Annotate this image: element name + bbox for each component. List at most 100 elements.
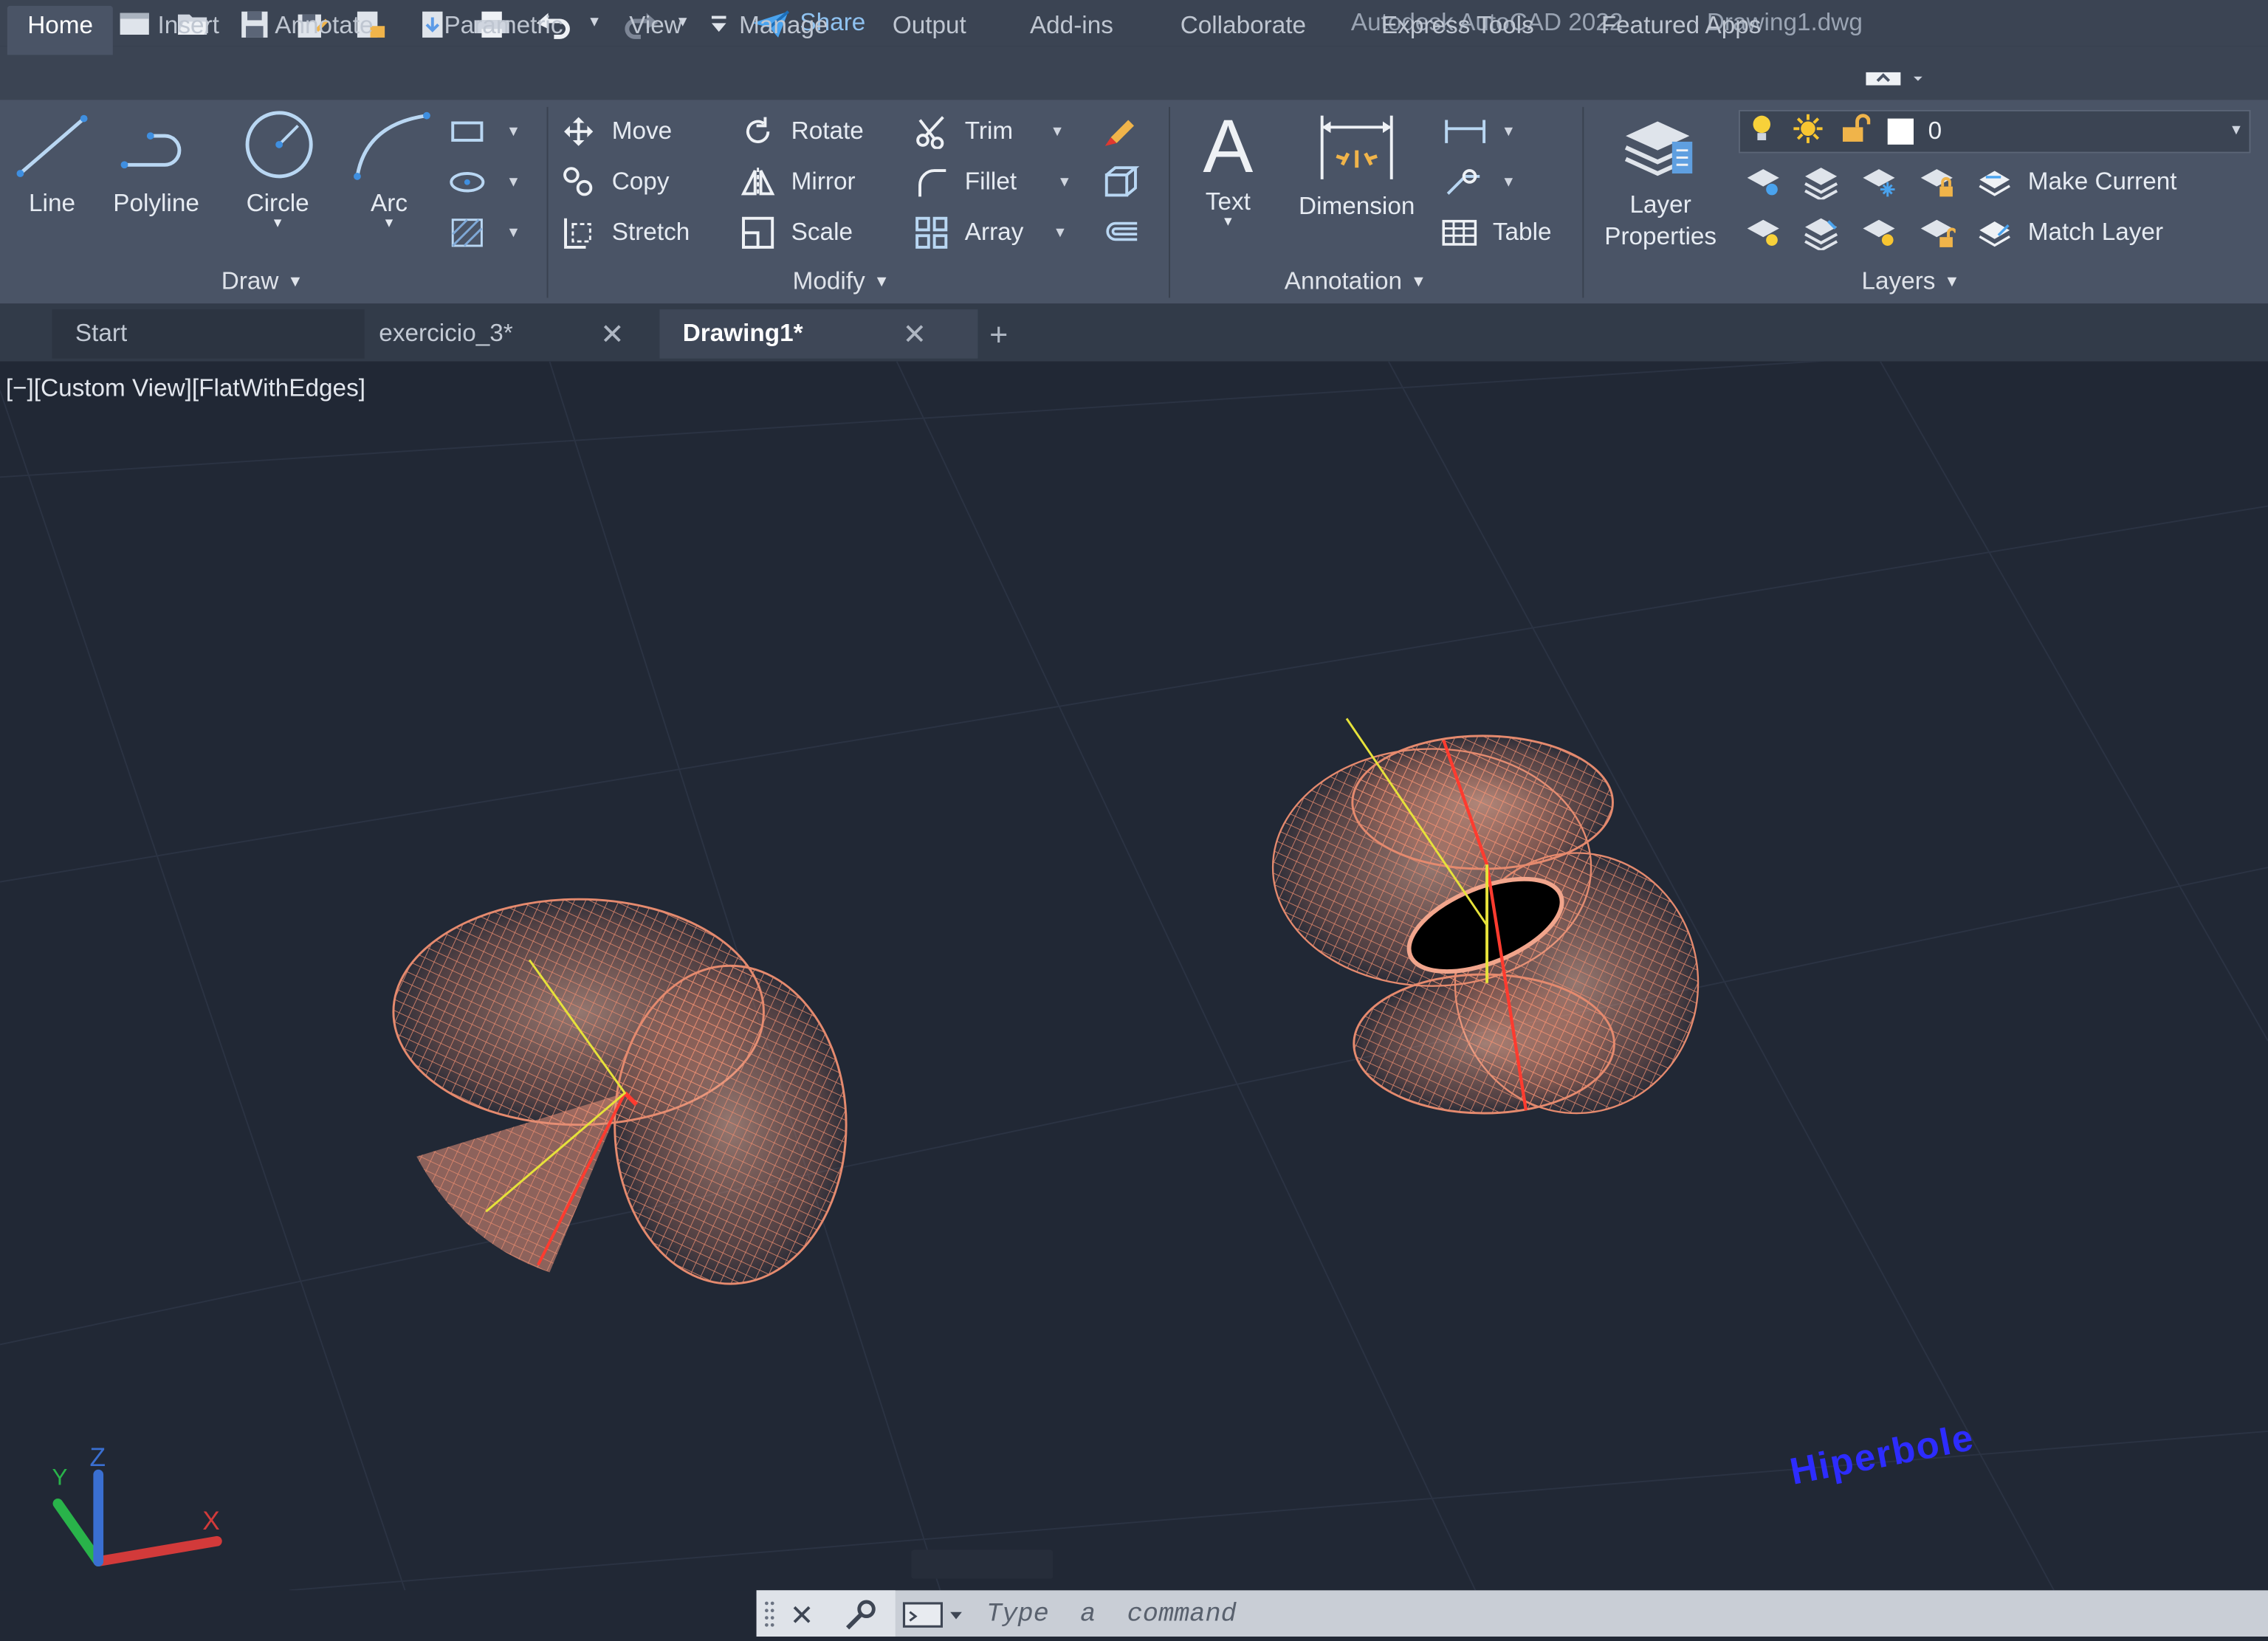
tab-home[interactable]: Home	[7, 5, 114, 55]
rectangle-icon[interactable]	[448, 113, 486, 151]
save-icon[interactable]	[236, 6, 273, 41]
ucs-icon	[52, 1469, 222, 1567]
arc-dropdown-icon[interactable]: ▼	[344, 216, 433, 230]
hatch-dropdown-icon[interactable]: ▼	[506, 226, 520, 242]
new-icon[interactable]	[116, 6, 154, 41]
layer-dropdown[interactable]: 0 ▼	[1738, 109, 2251, 154]
layer-on-icon	[1746, 112, 1778, 151]
tab-view[interactable]: View	[629, 12, 682, 41]
command-close-icon[interactable]: ✕	[790, 1597, 814, 1634]
dimension-button[interactable]: Dimension	[1282, 107, 1432, 221]
modify-panel-title[interactable]: Modify ▼	[793, 267, 890, 296]
new-tab-button[interactable]: +	[989, 317, 1008, 354]
mirror-label: Mirror	[791, 168, 856, 196]
tab-express-tools[interactable]: Express Tools	[1381, 12, 1534, 41]
close-tab-drawing1-icon[interactable]: ✕	[903, 317, 927, 353]
layers-panel-title[interactable]: Layers ▼	[1861, 267, 1959, 296]
tab-annotate[interactable]: Annotate	[275, 12, 373, 41]
trim-button[interactable]: Trim	[913, 113, 1013, 151]
doc-tab-drawing1[interactable]: Drawing1*	[659, 309, 978, 359]
rotate-button[interactable]: Rotate	[739, 113, 864, 151]
tab-insert[interactable]: Insert	[158, 12, 219, 41]
command-customize-icon[interactable]	[842, 1596, 882, 1634]
annotation-panel-title[interactable]: Annotation ▼	[1285, 267, 1426, 296]
copy-button[interactable]: Copy	[560, 163, 669, 201]
rectangle-dropdown-icon[interactable]: ▼	[506, 124, 520, 140]
viewport-controls-label[interactable]: [−][Custom View][FlatWithEdges]	[6, 374, 365, 403]
array-button[interactable]: Array	[913, 214, 1023, 252]
line-button[interactable]: Line	[9, 110, 96, 219]
fillet-button[interactable]: Fillet	[913, 163, 1017, 201]
arc-button[interactable]: Arc ▼	[344, 110, 433, 230]
layer-color-swatch	[1887, 118, 1914, 145]
close-tab-exercicio-icon[interactable]: ✕	[600, 317, 625, 353]
trim-dropdown-icon[interactable]: ▼	[1050, 124, 1064, 140]
recent-commands-icon[interactable]	[902, 1599, 969, 1631]
explode-icon[interactable]	[1102, 163, 1140, 201]
dimension-label: Dimension	[1299, 192, 1415, 220]
layer-off-icon[interactable]	[1745, 163, 1782, 201]
leader-icon[interactable]	[1440, 163, 1490, 201]
customize-icon[interactable]	[700, 6, 738, 41]
tab-featured-apps[interactable]: Featured Apps	[1601, 12, 1762, 41]
command-input[interactable]	[983, 1596, 2263, 1634]
circle-button[interactable]: Circle ▼	[231, 110, 323, 230]
polyline-button[interactable]: Polyline	[104, 110, 208, 219]
hatch-icon[interactable]	[448, 214, 486, 252]
doc-tab-start[interactable]: Start	[52, 309, 365, 359]
layer-lock-icon[interactable]	[1918, 163, 1956, 201]
make-current-button[interactable]: Make Current	[1976, 163, 2177, 201]
table-button[interactable]: Table	[1440, 214, 1552, 252]
layer-unlock-all-icon[interactable]	[1918, 214, 1956, 252]
match-layer-button[interactable]: Match Layer	[1976, 214, 2163, 252]
stretch-icon	[560, 214, 597, 252]
layer-thaw-all-icon[interactable]	[1860, 214, 1898, 252]
scale-button[interactable]: Scale	[739, 214, 853, 252]
move-button[interactable]: Move	[560, 113, 672, 151]
array-dropdown-icon[interactable]: ▼	[1053, 226, 1067, 242]
fillet-dropdown-icon[interactable]: ▼	[1057, 175, 1071, 191]
tab-add-ins[interactable]: Add-ins	[1030, 12, 1113, 41]
fillet-icon	[913, 163, 950, 201]
command-grip-icon[interactable]	[763, 1599, 775, 1628]
offset-icon[interactable]	[1102, 214, 1140, 252]
undo-dropdown-icon[interactable]: ▼	[587, 15, 601, 31]
make-current-icon	[1976, 163, 2013, 201]
layers-panel-label: Layers	[1861, 267, 1936, 295]
text-button[interactable]: A Text ▼	[1186, 107, 1271, 229]
erase-icon[interactable]	[1102, 113, 1140, 151]
layer-on-all-icon[interactable]	[1745, 214, 1782, 252]
ucs-z-label: Z	[89, 1442, 106, 1472]
ribbon-minimize-icon[interactable]	[1866, 66, 1923, 89]
layer-freeze-icon[interactable]	[1860, 163, 1898, 201]
text-dropdown-icon[interactable]: ▼	[1186, 214, 1271, 229]
current-layer-name: 0	[1928, 117, 1942, 145]
ribbon-tab-bar	[0, 46, 2268, 100]
layer-properties-button[interactable]: Layer Properties	[1591, 107, 1730, 253]
tab-collaborate[interactable]: Collaborate	[1181, 12, 1306, 41]
layer-dropdown-icon: ▼	[2229, 123, 2244, 140]
panel-divider	[1582, 106, 1584, 298]
linear-dimension-icon[interactable]	[1440, 113, 1490, 151]
match-layer-label: Match Layer	[2027, 218, 2164, 246]
linear-dimension-dropdown-icon[interactable]: ▼	[1502, 124, 1516, 140]
draw-panel-title[interactable]: Draw ▼	[221, 267, 303, 296]
ellipse-icon[interactable]	[448, 163, 486, 201]
tab-manage[interactable]: Manage	[739, 12, 828, 41]
layer-unisolate-icon[interactable]	[1802, 214, 1840, 252]
mirror-button[interactable]: Mirror	[739, 163, 856, 201]
layer-properties-label-2: Properties	[1604, 222, 1717, 250]
array-label: Array	[964, 218, 1024, 246]
circle-dropdown-icon[interactable]: ▼	[231, 216, 323, 230]
copy-label: Copy	[611, 168, 670, 196]
ellipse-dropdown-icon[interactable]: ▼	[506, 175, 520, 191]
stretch-button[interactable]: Stretch	[560, 214, 690, 252]
polyline-icon	[120, 132, 182, 169]
leader-dropdown-icon[interactable]: ▼	[1502, 175, 1516, 191]
tab-parametric[interactable]: Parametric	[444, 12, 563, 41]
draw-panel-label: Draw	[221, 267, 279, 295]
drawing-viewport[interactable]: X Y Z	[0, 361, 2268, 1591]
scale-label: Scale	[791, 218, 853, 246]
layer-isolate-icon[interactable]	[1802, 163, 1840, 201]
tab-output[interactable]: Output	[893, 12, 966, 41]
